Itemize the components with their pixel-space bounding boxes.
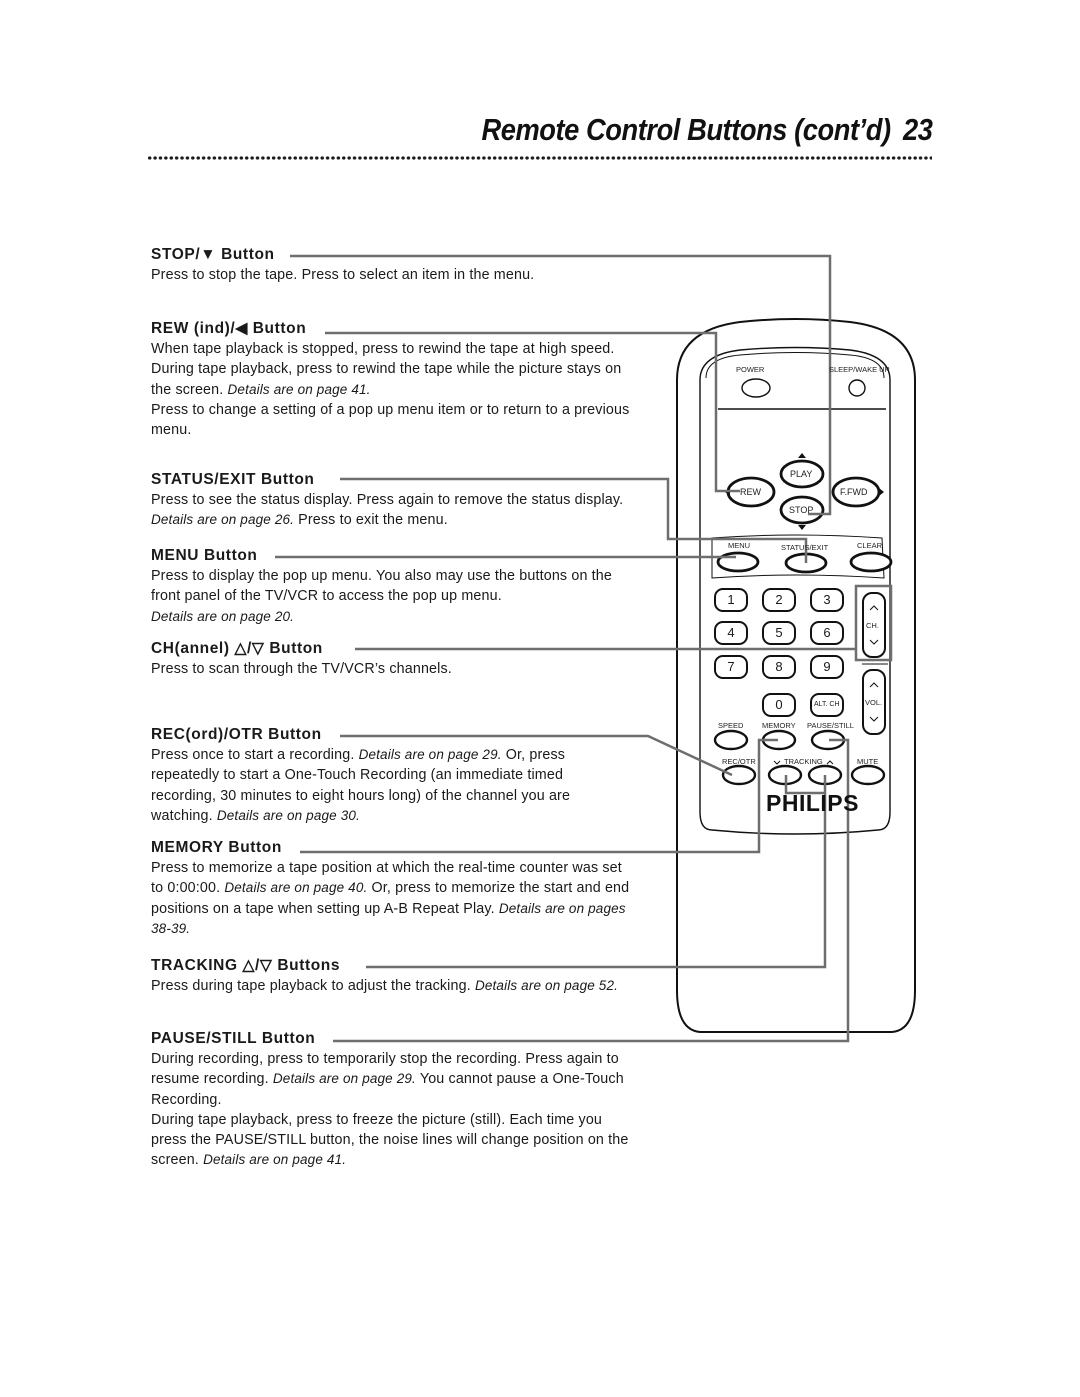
play-label: PLAY bbox=[790, 469, 813, 479]
mute-label: MUTE bbox=[857, 757, 879, 766]
sleep-button bbox=[848, 379, 866, 397]
memory-label: MEMORY bbox=[762, 721, 796, 730]
leader-rec-otr bbox=[340, 734, 733, 777]
sleep-wake-label: SLEEP/WAKE UP bbox=[829, 365, 890, 374]
key-1: 1 bbox=[727, 592, 735, 607]
callout-lines bbox=[275, 254, 893, 1043]
remote-control-illustration bbox=[275, 254, 916, 1043]
leader-tracking bbox=[366, 775, 827, 969]
leader-memory bbox=[300, 738, 778, 854]
power-button bbox=[741, 378, 771, 398]
menu-label: MENU bbox=[728, 541, 751, 550]
key-4: 4 bbox=[727, 625, 735, 640]
clear-label: CLEAR bbox=[857, 541, 883, 550]
status-exit-label: STATUS/EXIT bbox=[781, 543, 829, 552]
rec-otr-button bbox=[721, 764, 757, 786]
key-7: 7 bbox=[727, 659, 735, 674]
rew-label: REW bbox=[740, 487, 761, 497]
vol-label: VOL. bbox=[865, 698, 883, 707]
leader-pause-still bbox=[333, 738, 850, 1043]
tracking-label: TRACKING bbox=[784, 757, 823, 766]
down-arrow-icon bbox=[798, 525, 806, 530]
up-arrow-icon bbox=[798, 453, 806, 458]
key-5: 5 bbox=[775, 625, 783, 640]
pause-still-label: PAUSE/STILL bbox=[807, 721, 854, 730]
clear-button bbox=[849, 551, 893, 573]
key-2: 2 bbox=[775, 592, 783, 607]
speed-label: SPEED bbox=[718, 721, 744, 730]
key-0: 0 bbox=[775, 697, 783, 712]
stop-label: STOP bbox=[789, 505, 814, 515]
menu-button bbox=[716, 551, 760, 573]
rec-otr-label: REC/OTR bbox=[722, 757, 756, 766]
key-6: 6 bbox=[823, 625, 831, 640]
key-9: 9 bbox=[823, 659, 831, 674]
key-3: 3 bbox=[823, 592, 831, 607]
leader-stop bbox=[290, 254, 832, 516]
mute-button bbox=[850, 764, 886, 786]
key-8: 8 bbox=[775, 659, 783, 674]
ffwd-label: F.FWD bbox=[840, 487, 868, 497]
alt-ch-label: ALT. CH bbox=[814, 701, 840, 708]
power-label: POWER bbox=[736, 365, 765, 374]
brand-logo: PHILIPS bbox=[766, 790, 859, 816]
ch-label: CH. bbox=[866, 621, 879, 630]
speed-button bbox=[713, 729, 749, 751]
right-arrow-icon bbox=[879, 488, 884, 496]
